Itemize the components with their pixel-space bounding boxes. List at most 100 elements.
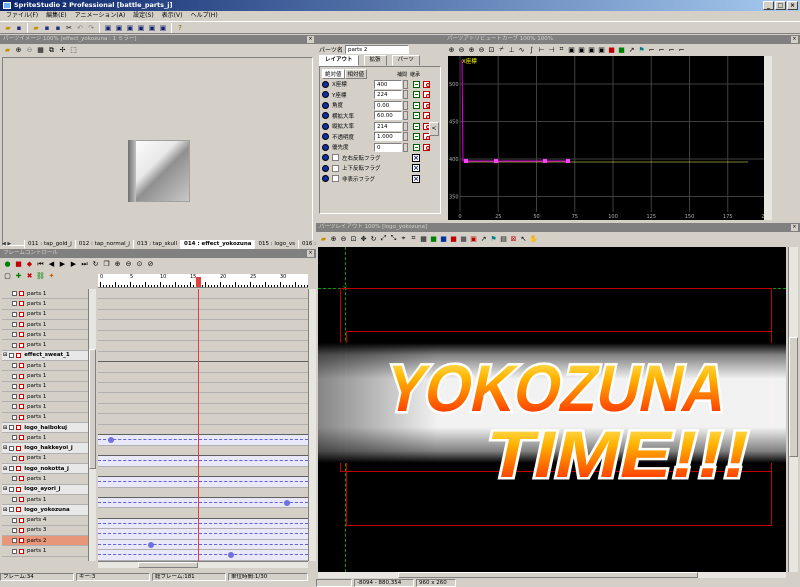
loop-icon[interactable]: ↻ (91, 260, 100, 269)
key-bullet-icon[interactable] (322, 112, 329, 120)
color-red-icon[interactable]: ■ (449, 234, 458, 243)
tab-anim-016[interactable]: 016 : (297, 240, 316, 249)
curve-c-icon[interactable]: ⌐ (667, 45, 676, 54)
curve-b-icon[interactable]: ⌐ (657, 45, 666, 54)
lock-toggle-icon[interactable] (19, 394, 24, 400)
curve-flag-icon[interactable]: ⚑ (637, 45, 646, 54)
interp-toggle-icon[interactable] (413, 112, 420, 120)
keyframe-row[interactable] (98, 330, 308, 342)
property-value-field[interactable]: 400 (374, 79, 402, 89)
tab-scroll-arrows[interactable]: ◀ ▶ (2, 240, 20, 248)
keyframe-row[interactable] (98, 393, 308, 404)
lock-toggle-icon[interactable] (16, 425, 22, 430)
interp-toggle-icon[interactable] (413, 122, 420, 130)
flag-checkbox[interactable] (332, 154, 339, 162)
track-row[interactable]: parts 1 (2, 371, 88, 382)
flag-checkbox[interactable] (332, 175, 339, 183)
visible-toggle-icon[interactable] (12, 414, 17, 420)
tab-extend[interactable]: 拡張 (363, 55, 387, 66)
lock-toggle-icon[interactable] (19, 363, 24, 369)
hand-icon[interactable]: ✋ (529, 234, 538, 243)
expand-icon[interactable]: ⊟ (3, 445, 7, 451)
menu-animation[interactable]: アニメーション(A) (71, 11, 130, 21)
spinner-icon[interactable] (403, 132, 408, 142)
link-part-icon[interactable]: ⛓ (36, 272, 45, 281)
tab-anim-012[interactable]: 012 : tap_normal_j (74, 240, 134, 249)
last-frame-icon[interactable]: ⏭ (80, 260, 89, 269)
flag-inherit-x-icon[interactable]: × (412, 174, 420, 183)
visible-toggle-icon[interactable] (9, 352, 15, 358)
property-value-field[interactable]: 214 (374, 121, 402, 131)
lock-toggle-icon[interactable] (19, 342, 24, 348)
keyframe-row[interactable] (98, 414, 308, 425)
zoom-out-icon[interactable]: ⊖ (25, 46, 34, 55)
flag-inherit-x-icon[interactable]: × (412, 164, 420, 173)
window-layout-1-icon[interactable]: ▣ (103, 23, 113, 33)
expand-icon[interactable]: ⊟ (3, 352, 7, 358)
window-layout-6-icon[interactable]: ▣ (158, 23, 168, 33)
close-icon[interactable]: × (791, 224, 798, 231)
window-layout-4-icon[interactable]: ▣ (136, 23, 146, 33)
fit-curve-icon[interactable]: ⊡ (487, 45, 496, 54)
layout-scrollbar-v[interactable] (788, 247, 798, 572)
key-bullet-icon[interactable] (322, 154, 329, 162)
keyframe-row[interactable] (98, 477, 308, 488)
page-icon[interactable]: ▤ (499, 234, 508, 243)
pick-icon[interactable]: ✢ (58, 46, 67, 55)
record-icon[interactable]: ● (3, 260, 12, 269)
color-blue-icon[interactable]: ■ (439, 234, 448, 243)
flag-checkbox[interactable] (332, 164, 339, 172)
flag-icon[interactable]: ⚑ (489, 234, 498, 243)
spinner-icon[interactable] (403, 90, 408, 100)
visible-toggle-icon[interactable] (12, 301, 17, 307)
step-icon[interactable]: ⊥ (507, 45, 516, 54)
visible-toggle-icon[interactable] (9, 445, 15, 451)
track-row[interactable]: parts 1 (2, 310, 88, 320)
window-layout-5-icon[interactable]: ▣ (147, 23, 157, 33)
open-image-icon[interactable]: ▰ (3, 46, 12, 55)
lock-toggle-icon[interactable] (19, 455, 24, 461)
undo-icon[interactable]: ↶ (75, 23, 85, 33)
visible-toggle-icon[interactable] (12, 455, 17, 461)
track-group-row[interactable]: ⊟ logo_yokozuna (2, 505, 88, 516)
property-value-field[interactable]: 224 (374, 90, 402, 100)
keyframe-row[interactable] (98, 289, 308, 300)
play-icon[interactable]: ▶ (58, 260, 67, 269)
curve-graph[interactable]: 0255075100125150175200500450400350X座標 (448, 56, 764, 220)
zoom-fit-icon[interactable]: ⊙ (135, 260, 144, 269)
visible-toggle-icon[interactable] (12, 342, 17, 348)
keyframe-row[interactable] (98, 362, 308, 373)
prev-frame-icon[interactable]: ◀ (47, 260, 56, 269)
track-row[interactable]: parts 1 (2, 495, 88, 506)
keyframe-marker[interactable] (108, 437, 114, 444)
zoom-out-icon[interactable]: ⊖ (339, 234, 348, 243)
next-frame-icon[interactable]: ▶ (69, 260, 78, 269)
menu-help[interactable]: ヘルプ(H) (186, 11, 221, 21)
key-bullet-icon[interactable] (322, 143, 329, 151)
color-red-icon[interactable]: ■ (607, 45, 616, 54)
close-icon[interactable]: × (307, 250, 314, 257)
key-copy-icon[interactable]: ▣ (567, 45, 576, 54)
window-layout-3-icon[interactable]: ▣ (125, 23, 135, 33)
track-row[interactable]: parts 1 (2, 320, 88, 331)
inherit-toggle-icon[interactable] (423, 91, 430, 99)
visible-toggle-icon[interactable] (9, 425, 15, 430)
zoom-in-icon[interactable]: ⊕ (447, 45, 456, 54)
save-all-icon[interactable]: ▪ (53, 23, 63, 33)
zoom-out-icon[interactable]: ⊖ (124, 260, 133, 269)
spinner-icon[interactable] (403, 100, 408, 110)
track-group-row[interactable]: ⊟ logo_hakkeyoi_j (2, 443, 88, 454)
lock-toggle-icon[interactable] (16, 486, 22, 492)
keyframe-row[interactable] (98, 529, 308, 540)
track-row[interactable]: parts 1 (2, 382, 88, 392)
property-value-field[interactable]: 0 (374, 142, 402, 152)
keyframe-row[interactable] (98, 435, 308, 446)
track-group-row[interactable]: ⊟ logo_ayori_j (2, 484, 88, 495)
anchor-icon[interactable]: ⌖ (399, 234, 408, 243)
zoom-x-icon[interactable]: ⊕ (467, 45, 476, 54)
lock-toggle-icon[interactable] (16, 445, 22, 451)
keyframe-row[interactable] (98, 508, 308, 519)
frame-ruler[interactable]: 051015202530354045 (98, 274, 308, 288)
part-name-field[interactable]: parts 2 (345, 45, 409, 54)
key-select-icon[interactable]: ▣ (597, 45, 606, 54)
